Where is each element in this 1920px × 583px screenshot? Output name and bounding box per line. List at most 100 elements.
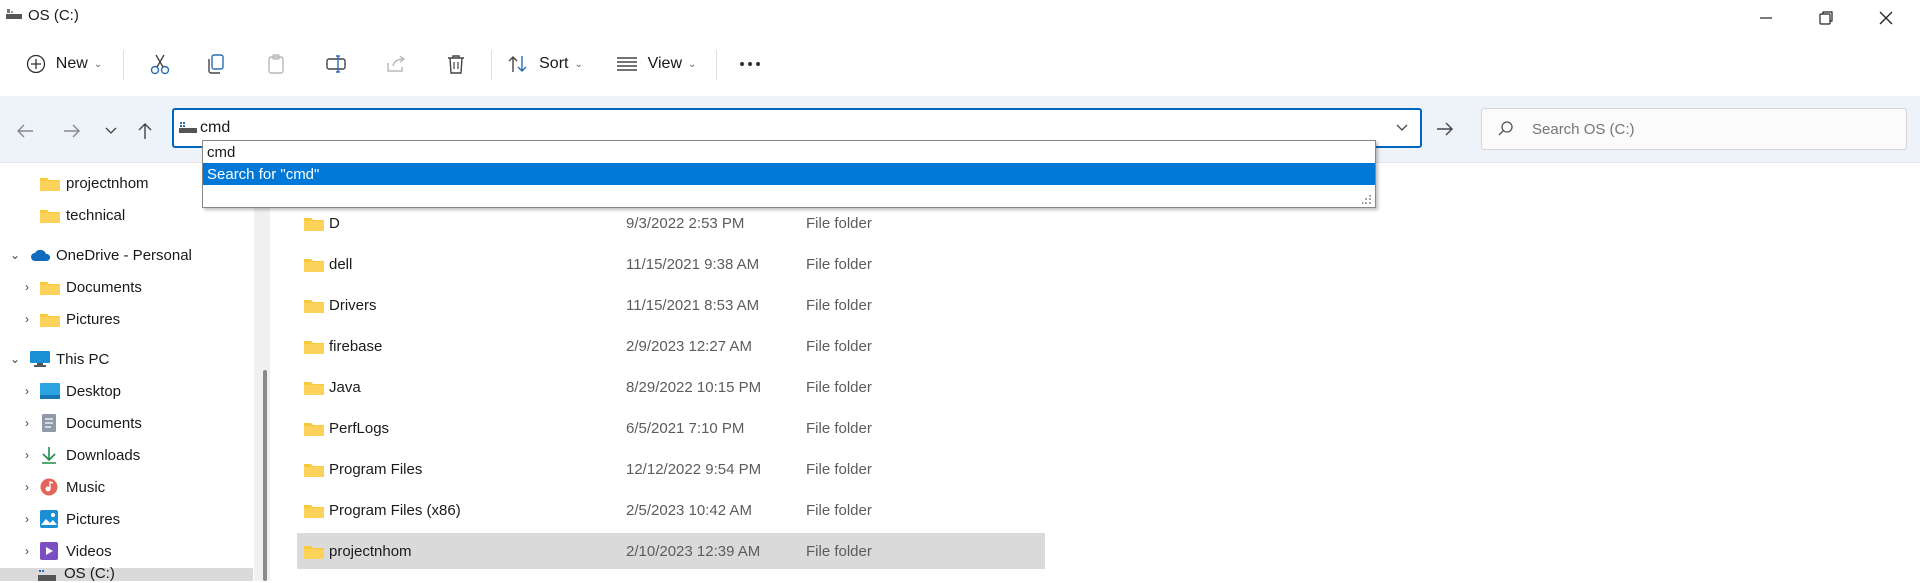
file-name: D	[329, 214, 340, 232]
music-icon	[40, 478, 58, 496]
sidebar-item-videos[interactable]: › Videos	[20, 536, 112, 566]
window-title: OS (C:)	[28, 7, 79, 24]
table-row[interactable]: dell 11/15/2021 9:38 AM File folder	[297, 246, 1045, 282]
file-date: 11/15/2021 8:53 AM	[626, 296, 760, 314]
sidebar-scrollbar[interactable]	[254, 170, 270, 581]
toolbar-divider	[716, 50, 717, 80]
rename-icon	[326, 55, 346, 73]
chevron-down-icon: ⌄	[93, 58, 103, 70]
go-button[interactable]	[1430, 114, 1460, 144]
autocomplete-item[interactable]: cmd	[203, 141, 1375, 163]
copy-button[interactable]	[196, 44, 236, 84]
up-button[interactable]	[130, 116, 160, 146]
sidebar-item-label: OneDrive - Personal	[56, 246, 192, 264]
videos-icon	[40, 542, 58, 560]
minimize-icon	[1760, 17, 1772, 19]
table-row[interactable]: firebase 2/9/2023 12:27 AM File folder	[297, 328, 1045, 364]
trash-icon	[448, 55, 464, 74]
minimize-button[interactable]	[1736, 0, 1796, 36]
sidebar-item-downloads[interactable]: › Downloads	[20, 440, 140, 470]
table-row[interactable]: Program Files 12/12/2022 9:54 PM File fo…	[297, 451, 1045, 487]
cut-icon	[150, 54, 170, 75]
chevron-down-icon: ⌄	[688, 58, 697, 70]
sidebar-item-label: OS (C:)	[64, 565, 115, 582]
sidebar-item-this-pc[interactable]: ⌄ This PC	[8, 344, 109, 374]
drive-icon	[179, 122, 197, 133]
new-label: New	[55, 55, 88, 72]
sidebar-item-projectnhom[interactable]: projectnhom	[40, 168, 149, 198]
sidebar-item-desktop[interactable]: › Desktop	[20, 376, 121, 406]
sidebar-item-label: Desktop	[66, 382, 122, 400]
table-row[interactable]: Java 8/29/2022 10:15 PM File folder	[297, 369, 1045, 405]
file-type: File folder	[806, 460, 872, 478]
forward-button[interactable]	[57, 116, 87, 146]
file-date: 2/5/2023 10:42 AM	[626, 501, 752, 519]
delete-button[interactable]	[436, 44, 476, 84]
sort-label: Sort	[539, 55, 569, 72]
table-row[interactable]: PerfLogs 6/5/2021 7:10 PM File folder	[297, 410, 1045, 446]
table-row-selected[interactable]: projectnhom 2/10/2023 12:39 AM File fold…	[297, 533, 1045, 569]
sidebar-item-onedrive-documents[interactable]: › Documents	[20, 272, 142, 302]
file-type: File folder	[806, 378, 872, 396]
arrow-right-icon	[1437, 122, 1453, 136]
pc-icon	[30, 351, 50, 367]
folder-icon	[304, 504, 324, 518]
more-options-button[interactable]	[730, 44, 770, 84]
sort-button[interactable]: Sort ⌄	[504, 44, 586, 84]
resize-grip-icon[interactable]	[1362, 195, 1372, 205]
sidebar-item-os-c[interactable]: OS (C:)	[0, 565, 253, 582]
toolbar-divider	[491, 50, 492, 80]
autocomplete-item-search[interactable]: Search for "cmd"	[203, 163, 1375, 185]
back-button[interactable]	[10, 116, 40, 146]
folder-icon	[40, 177, 60, 191]
pictures-icon	[40, 510, 58, 528]
plus-circle-icon	[26, 54, 45, 74]
toolbar-divider	[123, 50, 124, 80]
cloud-icon	[31, 249, 51, 261]
sidebar-item-label: Documents	[66, 414, 142, 432]
folder-icon	[304, 422, 324, 436]
paste-button[interactable]	[256, 44, 296, 84]
chevron-down-icon: ⌄	[9, 352, 21, 366]
arrow-left-icon	[17, 124, 33, 138]
file-date: 8/29/2022 10:15 PM	[626, 378, 762, 396]
file-name: Program Files (x86)	[329, 501, 461, 519]
address-dropdown-button[interactable]	[1392, 120, 1412, 136]
file-name: PerfLogs	[329, 419, 390, 437]
table-row[interactable]: Program Files (x86) 2/5/2023 10:42 AM Fi…	[297, 492, 1045, 528]
sidebar-item-music[interactable]: › Music	[20, 472, 105, 502]
sidebar-item-onedrive-pictures[interactable]: › Pictures	[20, 304, 120, 334]
more-icon	[740, 62, 760, 66]
restore-icon	[1819, 11, 1833, 25]
chevron-down-icon	[105, 127, 117, 134]
file-name: firebase	[329, 337, 383, 355]
sidebar-item-documents[interactable]: › Documents	[20, 408, 142, 438]
sidebar-item-technical[interactable]: technical	[40, 200, 125, 230]
folder-icon	[304, 258, 324, 272]
search-input[interactable]	[1530, 120, 1874, 139]
file-type: File folder	[806, 255, 872, 273]
folder-icon	[304, 463, 324, 477]
chevron-right-icon: ›	[25, 416, 29, 430]
file-name: Program Files	[329, 460, 423, 478]
sidebar-scrollbar-thumb[interactable]	[263, 370, 267, 581]
share-button[interactable]	[376, 44, 416, 84]
sidebar-item-onedrive[interactable]: ⌄ OneDrive - Personal	[8, 240, 192, 270]
address-input[interactable]	[200, 119, 800, 137]
drive-icon	[6, 9, 22, 19]
table-row[interactable]: Drivers 11/15/2021 8:53 AM File folder	[297, 287, 1045, 323]
chevron-right-icon: ›	[25, 448, 29, 462]
view-button[interactable]: View ⌄	[610, 44, 702, 84]
rename-button[interactable]	[316, 44, 356, 84]
file-date: 12/12/2022 9:54 PM	[626, 460, 762, 478]
sidebar-item-pictures[interactable]: › Pictures	[20, 504, 120, 534]
recent-locations-button[interactable]	[96, 116, 126, 146]
chevron-right-icon: ›	[25, 312, 29, 326]
sidebar-item-label: Pictures	[66, 310, 121, 328]
new-button[interactable]: New ⌄	[18, 44, 110, 84]
close-button[interactable]	[1856, 0, 1916, 36]
cut-button[interactable]	[140, 44, 180, 84]
restore-button[interactable]	[1796, 0, 1856, 36]
file-date: 6/5/2021 7:10 PM	[626, 419, 745, 437]
table-row[interactable]: D 9/3/2022 2:53 PM File folder	[297, 205, 1045, 241]
